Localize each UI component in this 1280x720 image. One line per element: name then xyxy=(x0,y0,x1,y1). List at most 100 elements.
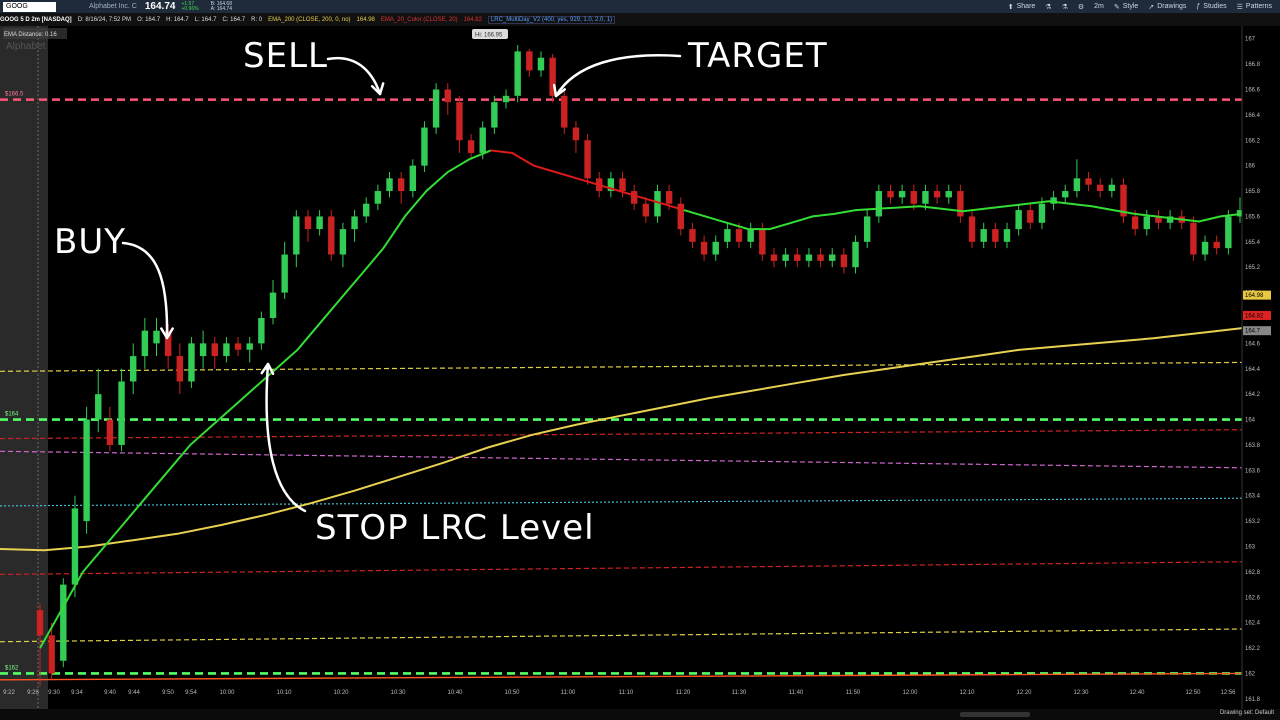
price-tick-label: 164.2 xyxy=(1245,392,1261,398)
level-label: $164 xyxy=(5,412,19,418)
candle xyxy=(456,95,463,153)
ask-value: A: 164.74 xyxy=(210,5,232,12)
candle-body xyxy=(83,419,90,522)
candle xyxy=(234,337,242,357)
time-tick-label: 9:54 xyxy=(185,690,197,696)
top-toolbar: GOOG Alphabet Inc. C 164.74 +1.57 +0.96%… xyxy=(0,0,1280,13)
share-button[interactable]: ⬆ Share xyxy=(1008,3,1036,11)
study-info-bar: GOOG 5 D 2m [NASDAQ] D: 8/16/24, 7:52 PM… xyxy=(0,13,1280,26)
time-tick-label: 11:20 xyxy=(675,690,691,696)
price-tag-label: 164.7 xyxy=(1245,329,1261,335)
bar-high: H: 164.7 xyxy=(166,16,189,23)
flask-button[interactable]: ⚗ xyxy=(1045,3,1051,11)
price-chart[interactable]: EMA Distance: 0.16 Alphabet $166.5 $164 $162… xyxy=(0,26,1280,709)
candle xyxy=(421,121,428,172)
candle-body xyxy=(432,89,440,128)
studies-button[interactable]: ƒ Studies xyxy=(1196,3,1226,10)
candle xyxy=(782,248,789,268)
candle xyxy=(118,368,125,452)
price-tick-label: 164.4 xyxy=(1245,367,1261,373)
candle-body xyxy=(561,95,568,128)
time-axis-bar[interactable]: 9:22 9:26 9:30 9:34 9:40 9:44 9:50 9:54 10:00 10:… xyxy=(0,690,1280,720)
candle-body xyxy=(759,229,766,255)
candle xyxy=(351,210,358,242)
candle xyxy=(700,235,708,261)
candle-body xyxy=(118,381,125,445)
candle xyxy=(770,248,778,268)
candle xyxy=(933,184,941,204)
high-label-text: Hi: 166.95 xyxy=(475,33,503,39)
horizontal-scrollbar[interactable] xyxy=(960,712,1030,717)
candle-body xyxy=(572,127,580,141)
price-tag-label: 164.98 xyxy=(1245,293,1264,299)
candle-body xyxy=(782,254,789,261)
2m-button[interactable]: 2m xyxy=(1094,3,1104,10)
price-tick-label: 165.6 xyxy=(1245,214,1261,220)
time-tick-label: 12:50 xyxy=(1185,690,1201,696)
arrow-shaft xyxy=(326,56,382,96)
candle xyxy=(607,171,615,198)
buy-annotation: BUY xyxy=(54,222,126,262)
candle-body xyxy=(386,178,393,192)
ema20-study[interactable]: EMA_20_Color (CLOSE, 20) xyxy=(381,17,458,23)
candle xyxy=(957,184,964,223)
price-tick-label: 164 xyxy=(1245,418,1256,424)
candle xyxy=(724,222,731,249)
candle-body xyxy=(130,356,137,382)
time-tick-label: 10:20 xyxy=(333,690,349,696)
candle-body xyxy=(374,191,382,204)
candle-body xyxy=(630,191,638,204)
high-label: Hi: 166.95 xyxy=(472,29,508,40)
arrow-shaft xyxy=(554,54,682,98)
level-label: $162 xyxy=(5,665,19,671)
time-tick-label: 9:40 xyxy=(104,690,116,696)
time-tick-label: 9:34 xyxy=(71,690,83,696)
candle-body xyxy=(1062,191,1069,198)
price-tick-label: 163.8 xyxy=(1245,443,1261,449)
sell-annotation: SELL xyxy=(243,36,328,76)
candle xyxy=(491,95,498,134)
candle-body xyxy=(1003,229,1011,242)
time-tick-label: 9:50 xyxy=(162,690,174,696)
candle-body xyxy=(1213,241,1220,249)
time-tick-label: 11:30 xyxy=(731,690,747,696)
candle-body xyxy=(1096,184,1104,192)
price-tick-label: 163.2 xyxy=(1245,519,1261,525)
sell-arrow xyxy=(326,56,385,96)
style-button[interactable]: ✎ Style xyxy=(1114,3,1138,11)
bar-date: D: 8/16/24, 7:52 PM xyxy=(77,16,132,23)
candle xyxy=(409,159,417,198)
candle-body xyxy=(188,343,195,382)
candle-body xyxy=(980,229,987,242)
candle-body xyxy=(444,89,451,103)
price-tick-label: 166.6 xyxy=(1245,87,1261,93)
candle xyxy=(945,184,952,204)
patterns-button[interactable]: ☰ Patterns xyxy=(1237,3,1272,11)
ema200-study[interactable]: EMA_200 (CLOSE, 200, 0, no) xyxy=(268,17,350,23)
lrc-study[interactable]: LRC_MultiDay_V2 (400, yes, 929, 1.0, 2.0… xyxy=(487,15,616,24)
drawings-button[interactable]: ➚ Drawings xyxy=(1148,3,1186,11)
candle xyxy=(1166,210,1174,230)
drawing-set-label: Drawing set: Default xyxy=(1219,710,1274,716)
candle xyxy=(526,48,533,77)
candle xyxy=(269,279,277,325)
tool-label: 2m xyxy=(1094,3,1104,10)
price-tick-label: 162 xyxy=(1245,671,1256,677)
time-tick-label: 11:10 xyxy=(618,690,634,696)
candle xyxy=(60,578,67,668)
candle-body xyxy=(351,216,358,230)
ema200-value: 164.98 xyxy=(356,16,375,23)
candle-body xyxy=(1131,216,1139,230)
candle-body xyxy=(887,191,894,198)
flask-button[interactable]: ⚗ xyxy=(1062,3,1068,11)
candle xyxy=(980,222,987,249)
candle-body xyxy=(258,317,265,344)
symbol-input[interactable]: GOOG xyxy=(3,1,56,12)
time-tick-label: 10:50 xyxy=(504,690,520,696)
price-tick-label: 163.4 xyxy=(1245,494,1261,500)
candle xyxy=(677,197,684,236)
candle-body xyxy=(1143,216,1150,230)
lrc-level-line-red xyxy=(0,561,1243,576)
gear-button[interactable]: ⚙ xyxy=(1078,3,1084,11)
candle-body xyxy=(421,127,428,166)
